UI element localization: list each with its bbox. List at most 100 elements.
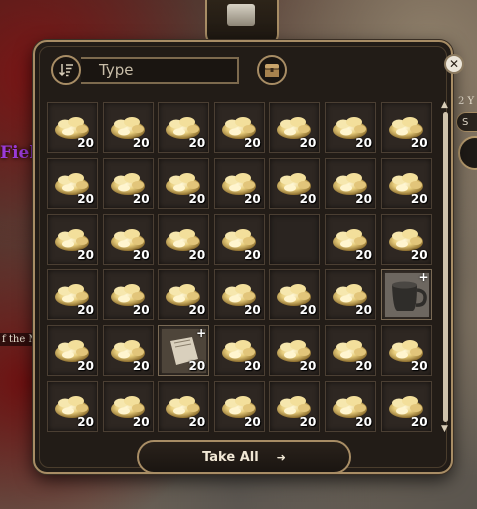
item-count: 20	[132, 136, 150, 150]
inventory-slot-gold[interactable]: 20	[158, 380, 210, 432]
inventory-slot-gold[interactable]: 20	[102, 325, 154, 377]
item-count: 20	[77, 247, 94, 262]
inventory-slot-gold[interactable]: 20	[213, 213, 265, 265]
inventory-slot-empty[interactable]	[269, 213, 321, 265]
inventory-slot-gold[interactable]: 20	[380, 157, 432, 209]
item-count: 20	[410, 414, 428, 429]
close-button[interactable]: ✕	[444, 54, 464, 74]
inventory-slot-gold[interactable]: 20	[158, 102, 210, 153]
inventory-slot-gold[interactable]: 20	[324, 157, 376, 209]
take-all-button[interactable]: Take All ➜	[137, 440, 351, 474]
item-count: 20	[244, 136, 261, 150]
item-count: 20	[244, 359, 261, 374]
inventory-slot-gold[interactable]: 20	[47, 380, 98, 432]
inventory-slot-scroll[interactable]: +20	[158, 325, 210, 377]
item-count: 20	[355, 191, 372, 206]
sort-button[interactable]	[51, 55, 81, 85]
plus-icon: +	[196, 326, 207, 341]
inventory-slot-gold[interactable]: 20	[158, 213, 210, 265]
inventory-slot-gold[interactable]: 20	[269, 325, 321, 377]
scrollbar-thumb[interactable]	[443, 112, 448, 422]
background-right-button[interactable]: S	[456, 112, 477, 132]
inventory-slot-gold[interactable]: 20	[102, 157, 154, 209]
inventory-grid: 20 20 20 20 20 20 20 20 20 20 20 20 20 2…	[47, 102, 432, 432]
inventory-slot-gold[interactable]: 20	[324, 102, 376, 153]
item-count: 20	[244, 414, 261, 429]
inventory-slot-gold[interactable]: 20	[102, 213, 154, 265]
item-count: 20	[77, 303, 94, 318]
item-count: 20	[244, 191, 261, 206]
inventory-slot-gold[interactable]: 20	[213, 102, 265, 153]
inventory-slot-gold[interactable]: 20	[102, 380, 154, 432]
inventory-slot-gold[interactable]: 20	[47, 213, 98, 265]
arrow-right-icon: ➜	[276, 450, 286, 464]
item-count: 20	[355, 247, 372, 262]
inventory-slot-gold[interactable]: 20	[213, 380, 265, 432]
inventory-slot-gold[interactable]: 20	[380, 325, 432, 377]
item-count: 20	[188, 247, 206, 262]
inventory-slot-gold[interactable]: 20	[269, 269, 321, 321]
item-count: 20	[410, 191, 428, 206]
inventory-slot-gold[interactable]: 20	[324, 269, 376, 321]
inventory-slot-gold[interactable]: 20	[324, 380, 376, 432]
inventory-slot-gold[interactable]: 20	[102, 269, 154, 321]
background-right-text: 2 Y	[458, 96, 475, 107]
item-count: 20	[244, 247, 261, 262]
item-count: 20	[355, 414, 372, 429]
inventory-slot-gold[interactable]: 20	[213, 325, 265, 377]
item-count: 20	[355, 136, 372, 150]
inventory-slot-gold[interactable]: 20	[380, 213, 432, 265]
item-count: 20	[188, 303, 206, 318]
item-count: 20	[299, 303, 317, 318]
item-count: 20	[299, 136, 317, 150]
item-count: 20	[77, 359, 94, 374]
inventory-slot-gold[interactable]: 20	[380, 380, 432, 432]
search-input[interactable]: Type	[81, 57, 239, 84]
chest-icon	[265, 64, 279, 77]
item-count: 20	[299, 414, 317, 429]
item-count: 20	[77, 136, 94, 150]
item-count: 20	[188, 414, 206, 429]
inventory-slot-gold[interactable]: 20	[269, 102, 321, 153]
item-count: 20	[77, 414, 94, 429]
item-count: 20	[77, 191, 94, 206]
item-count: 20	[244, 303, 261, 318]
inventory-slot-gold[interactable]: 20	[47, 269, 98, 321]
inventory-slot-gold[interactable]: 20	[213, 269, 265, 321]
take-all-label: Take All	[202, 449, 259, 465]
loot-panel: Type ✕ 20 20 20 20 20 20 20 20 20 20 20 …	[33, 40, 464, 474]
sort-icon	[58, 64, 73, 77]
item-count: 20	[132, 303, 150, 318]
inventory-slot-tankard[interactable]: +	[380, 269, 432, 321]
inventory-slot-gold[interactable]: 20	[324, 325, 376, 377]
inventory-slot-gold[interactable]: 20	[269, 380, 321, 432]
item-count: 20	[188, 136, 206, 150]
inventory-slot-gold[interactable]: 20	[380, 102, 432, 153]
container-button[interactable]	[257, 55, 287, 85]
item-count: 20	[355, 303, 372, 318]
item-count: 20	[132, 247, 150, 262]
scroll-up-arrow-icon[interactable]: ▲	[441, 100, 448, 110]
item-count: 20	[132, 191, 150, 206]
inventory-slot-gold[interactable]: 20	[324, 213, 376, 265]
item-count: 20	[299, 191, 317, 206]
inventory-slot-gold[interactable]: 20	[47, 102, 98, 153]
item-count: 20	[410, 247, 428, 262]
inventory-slot-gold[interactable]: 20	[269, 157, 321, 209]
item-count: 20	[188, 359, 206, 374]
plus-icon: +	[418, 270, 429, 285]
item-count: 20	[299, 359, 317, 374]
item-count: 20	[188, 191, 206, 206]
scroll-down-arrow-icon[interactable]: ▼	[441, 424, 448, 434]
inventory-slot-gold[interactable]: 20	[158, 269, 210, 321]
background-label: Fiel	[0, 143, 36, 163]
inventory-slot-gold[interactable]: 20	[213, 157, 265, 209]
item-count: 20	[355, 359, 372, 374]
background-portrait-ring[interactable]	[458, 136, 477, 170]
inventory-slot-gold[interactable]: 20	[47, 325, 98, 377]
close-icon: ✕	[448, 57, 460, 71]
inventory-slot-gold[interactable]: 20	[102, 102, 154, 153]
inventory-slot-gold[interactable]: 20	[47, 157, 98, 209]
inventory-slot-gold[interactable]: 20	[158, 157, 210, 209]
item-count: 20	[132, 359, 150, 374]
